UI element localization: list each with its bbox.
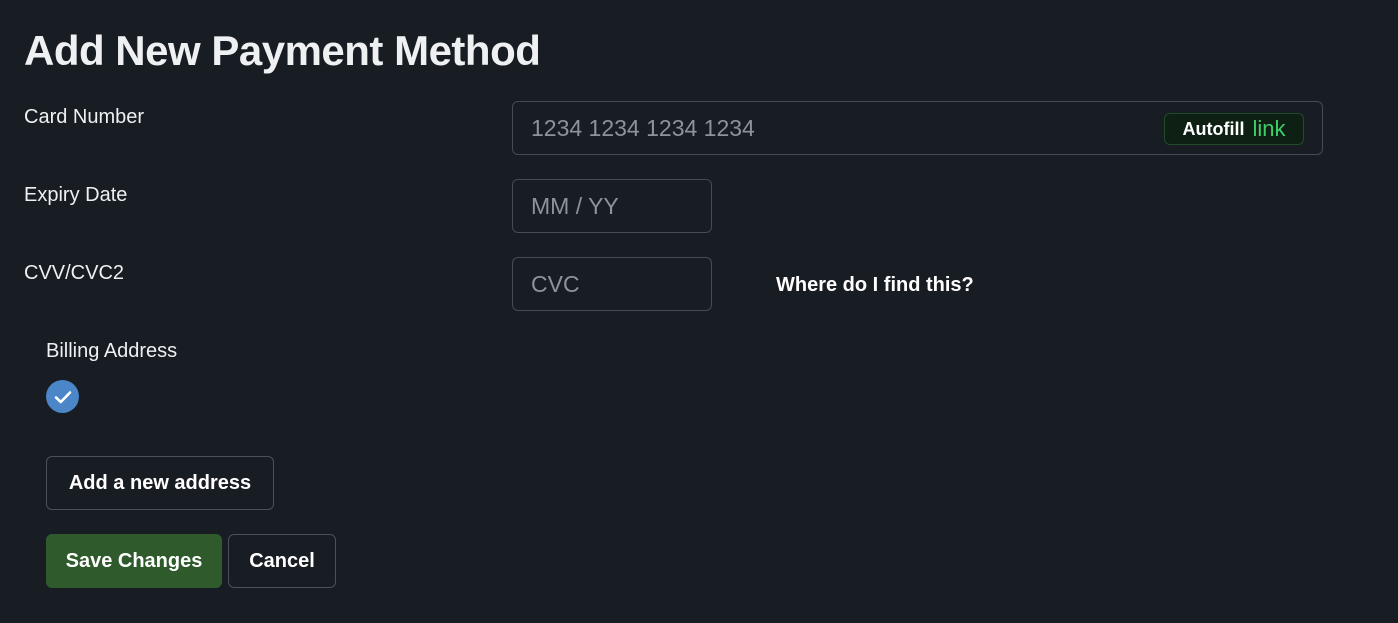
autofill-link-button[interactable]: Autofill link — [1164, 113, 1304, 145]
cvc-input[interactable] — [512, 257, 712, 311]
where-find-cvc-link[interactable]: Where do I find this? — [776, 272, 974, 298]
page-title: Add New Payment Method — [24, 27, 541, 74]
cancel-button[interactable]: Cancel — [228, 534, 336, 588]
link-logo: link — [1252, 116, 1286, 141]
check-icon — [54, 390, 71, 403]
expiry-date-label: Expiry Date — [24, 184, 128, 206]
card-number-label: Card Number — [24, 106, 145, 128]
save-changes-button[interactable]: Save Changes — [46, 534, 222, 588]
autofill-label: Autofill — [1182, 118, 1245, 139]
expiry-date-input[interactable] — [512, 179, 712, 233]
billing-address-checkbox[interactable] — [46, 380, 79, 413]
cvc-label: CVV/CVC2 — [24, 262, 125, 284]
add-new-address-button[interactable]: Add a new address — [46, 456, 274, 510]
billing-address-label: Billing Address — [46, 340, 178, 362]
